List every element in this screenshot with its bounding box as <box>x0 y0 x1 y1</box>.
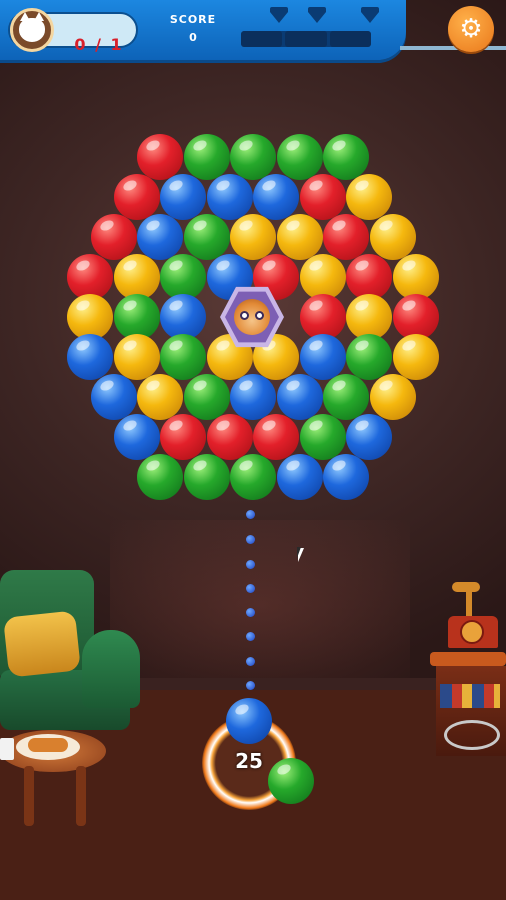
next-bubble-swap[interactable] <box>268 758 314 804</box>
aim-dot <box>246 560 255 569</box>
background-glow <box>110 520 410 690</box>
yellow-bubble <box>137 374 183 420</box>
yellow-bubble <box>346 174 393 220</box>
settings-button[interactable]: ⚙ <box>448 6 494 52</box>
milestone-marker-icon <box>308 7 326 23</box>
yellow-bubble <box>230 214 276 260</box>
score-progress-bar <box>241 31 371 47</box>
telephone-shelf <box>430 580 506 770</box>
red-bubble <box>206 414 253 460</box>
green-bubble <box>183 454 230 500</box>
yellow-bubble <box>276 214 323 260</box>
green-bubble <box>276 134 323 180</box>
blue-bubble <box>160 174 207 220</box>
cat-avatar-icon <box>10 8 54 52</box>
pillow <box>3 610 81 678</box>
green-bubble <box>183 214 230 260</box>
current-bubble[interactable] <box>226 698 272 744</box>
blue-bubble <box>253 174 300 220</box>
blue-bubble <box>276 374 323 420</box>
aim-dot <box>246 608 255 617</box>
gear-icon: ⚙ <box>459 14 483 44</box>
side-table <box>0 730 110 830</box>
yellow-bubble <box>113 334 160 380</box>
blue-bubble <box>346 414 393 460</box>
yellow-bubble <box>369 374 416 420</box>
aim-dot <box>246 681 255 690</box>
blue-bubble <box>90 374 137 420</box>
moves-remaining: 25 <box>235 749 263 773</box>
red-bubble <box>253 414 300 460</box>
books <box>440 684 500 708</box>
green-bubble <box>183 374 230 420</box>
armchair <box>0 570 142 746</box>
red-bubble <box>90 214 137 260</box>
blue-bubble <box>323 454 369 500</box>
green-bubble <box>323 374 369 420</box>
yellow-bubble <box>392 334 439 380</box>
aim-dot <box>246 535 255 544</box>
hud-divider <box>400 46 506 50</box>
top-hud-bar: 0 / 1 SCORE 0 <box>0 0 406 60</box>
blue-bubble <box>137 214 183 260</box>
bread <box>28 738 68 752</box>
telephone <box>444 580 500 650</box>
mouse-cursor <box>297 547 304 562</box>
score-value: 0 <box>189 31 197 44</box>
red-bubble <box>323 214 369 260</box>
blue-bubble <box>299 334 346 380</box>
blue-bubble <box>113 414 160 460</box>
red-bubble <box>160 414 207 460</box>
red-bubble <box>137 134 183 180</box>
milestone-marker-icon <box>361 7 379 23</box>
cart-wheels <box>444 720 500 750</box>
aim-dot <box>246 632 255 641</box>
aim-dot <box>246 657 255 666</box>
yellow-bubble <box>369 214 416 260</box>
aim-dot <box>246 584 255 593</box>
green-bubble <box>160 334 207 380</box>
score-label: SCORE <box>169 13 217 26</box>
green-bubble <box>137 454 183 500</box>
green-bubble <box>183 134 230 180</box>
red-bubble <box>299 174 346 220</box>
blue-bubble <box>276 454 323 500</box>
green-bubble <box>346 334 393 380</box>
blue-bubble <box>230 374 276 420</box>
aim-dot <box>246 510 255 519</box>
green-bubble <box>323 134 369 180</box>
milestone-marker-icon <box>270 7 288 23</box>
blue-bubble <box>206 174 253 220</box>
cup <box>0 738 14 760</box>
goal-count: 0 / 1 <box>74 35 124 54</box>
blue-bubble <box>67 334 114 380</box>
green-bubble <box>299 414 346 460</box>
green-bubble <box>230 134 276 180</box>
green-bubble <box>230 454 276 500</box>
tiger-pet-icon <box>220 285 284 349</box>
red-bubble <box>113 174 160 220</box>
